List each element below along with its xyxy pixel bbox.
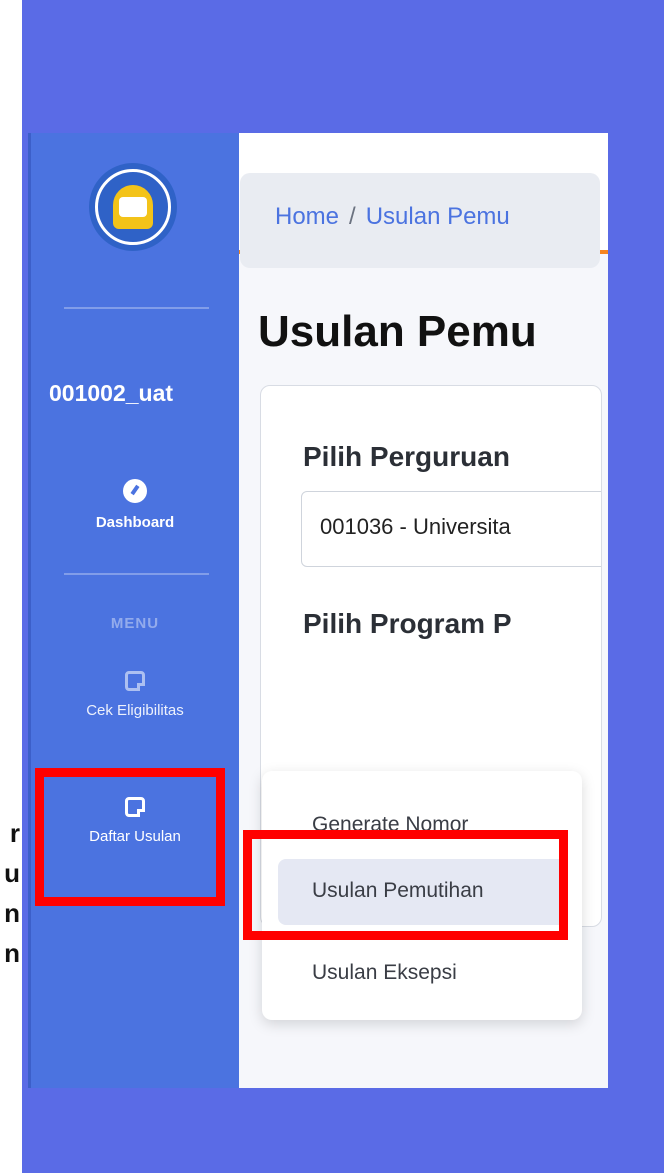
breadcrumb: Home / Usulan Pemu	[240, 173, 600, 268]
sidebar-item-dashboard[interactable]: Dashboard	[31, 479, 239, 531]
sidebar-item-cek-eligibilitas[interactable]: Cek Eligibilitas	[31, 671, 239, 719]
sidebar-divider	[64, 307, 209, 309]
edge-char: r	[9, 820, 20, 848]
cropped-edge-text: r u n n	[0, 820, 22, 980]
highlight-box-usulan-pemutihan	[243, 830, 568, 940]
sidebar-item-label: Dashboard	[95, 514, 175, 531]
menu-heading: MENU	[110, 615, 160, 632]
perguruan-select[interactable]: 001036 - Universita	[301, 491, 601, 567]
field-label-program: Pilih Program P	[303, 608, 512, 639]
logo-icon	[89, 163, 177, 251]
dropdown-item-usulan-eksepsi[interactable]: Usulan Eksepsi	[278, 941, 566, 1007]
highlight-box-daftar-usulan	[35, 768, 225, 906]
edge-char: n	[4, 898, 20, 928]
sidebar-divider	[64, 573, 209, 575]
breadcrumb-home[interactable]: Home	[275, 203, 339, 230]
sidebar: 001002_uat Dashboard MENU Cek Eligibilit…	[28, 133, 239, 1088]
note-icon	[125, 671, 145, 691]
edge-char: u	[4, 858, 20, 888]
page-title: Usulan Pemu	[258, 307, 537, 356]
sidebar-item-label: Cek Eligibilitas	[86, 702, 184, 719]
breadcrumb-current: Usulan Pemu	[365, 203, 510, 230]
edge-char: n	[4, 938, 20, 968]
dashboard-icon	[123, 479, 147, 503]
username: 001002_uat	[49, 380, 174, 406]
breadcrumb-separator: /	[349, 203, 356, 230]
field-label-perguruan: Pilih Perguruan	[303, 441, 510, 472]
